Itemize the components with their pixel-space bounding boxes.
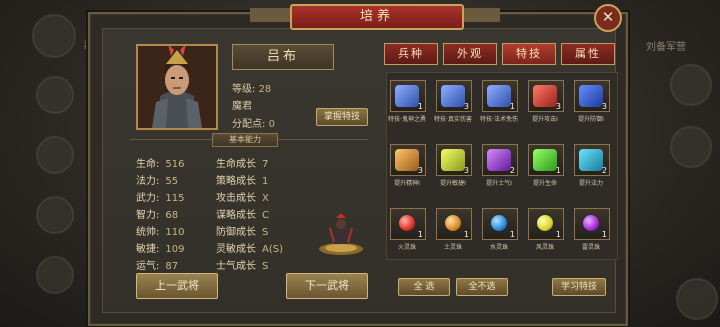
growth-strategy: 策略成长 1 xyxy=(216,176,269,187)
item-slot[interactable]: 2 xyxy=(574,144,610,176)
background-button xyxy=(670,126,712,168)
item-label: 提升精神I xyxy=(394,180,420,187)
level-value: 28 xyxy=(258,84,272,95)
growth-hp: 生命成长 7 xyxy=(216,159,269,170)
hero-portrait xyxy=(136,44,218,130)
stat-mp: 法力: 55 xyxy=(136,176,179,187)
background-button xyxy=(36,196,74,234)
growth-attack: 攻击成长 X xyxy=(216,193,269,204)
item-label: 提升士气I xyxy=(486,180,512,187)
scroll-icon xyxy=(441,85,465,107)
title-ornament-left xyxy=(250,8,290,22)
item-slot[interactable]: 1 xyxy=(482,80,518,112)
stat-luck: 运气: 87 xyxy=(136,261,179,272)
next-general-button[interactable]: 下一武将 xyxy=(286,273,368,299)
background-avatar xyxy=(32,14,76,58)
points-value: 0 xyxy=(268,119,275,130)
points-label: 分配点: xyxy=(232,119,266,130)
item-slot[interactable]: 3 xyxy=(436,80,472,112)
item-slot[interactable]: 3 xyxy=(390,144,426,176)
scroll-icon xyxy=(487,85,511,107)
item-label: 特技·真实伤害 xyxy=(434,116,472,123)
growth-morale: 士气成长 S xyxy=(216,261,269,272)
item-label: 水灵珠 xyxy=(489,244,508,251)
stat-agility: 敏捷: 109 xyxy=(136,244,185,255)
item-label: 提升生命 xyxy=(532,180,557,187)
unit-figure xyxy=(316,213,366,256)
basic-ability-label: 基本能力 xyxy=(212,133,278,147)
background-button xyxy=(676,278,718,320)
item-label: 特技·法术免伤 xyxy=(480,116,518,123)
book-icon xyxy=(533,85,557,107)
growth-tactics: 谋略成长 C xyxy=(216,210,269,221)
item-slot[interactable]: 1 xyxy=(390,80,426,112)
background-button xyxy=(670,64,712,106)
stat-force: 武力: 115 xyxy=(136,193,185,204)
item-slot[interactable]: 1 xyxy=(528,144,564,176)
item-slot[interactable]: 1 xyxy=(528,208,564,240)
tab-appearance[interactable]: 外观 xyxy=(443,43,497,65)
book-icon xyxy=(579,149,603,171)
background-button xyxy=(36,256,74,294)
item-label: 提升敏捷I xyxy=(440,180,466,187)
orb-icon xyxy=(491,215,507,231)
stat-intelligence: 智力: 68 xyxy=(136,210,179,221)
item-slot[interactable]: 1 xyxy=(574,208,610,240)
book-icon xyxy=(395,149,419,171)
tab-attributes[interactable]: 属性 xyxy=(561,43,615,65)
growth-agility: 灵敏成长 A(S) xyxy=(216,244,283,255)
points-row: 分配点: 0 xyxy=(232,115,275,130)
item-slot[interactable]: 3 xyxy=(574,80,610,112)
item-slot[interactable]: 3 xyxy=(436,144,472,176)
background-button xyxy=(36,76,74,114)
orb-icon xyxy=(537,215,553,231)
item-label: 特技·鬼神之勇 xyxy=(388,116,426,123)
book-icon xyxy=(579,85,603,107)
item-label: 提升防御I xyxy=(578,116,604,123)
warrior-portrait-icon xyxy=(138,46,216,128)
panel-title: 培养 xyxy=(290,4,464,30)
close-button[interactable]: ✕ xyxy=(594,4,622,32)
orb-icon xyxy=(399,215,415,231)
prev-general-button[interactable]: 上一武将 xyxy=(136,273,218,299)
hero-name: 吕布 xyxy=(232,44,334,70)
item-label: 提升法力 xyxy=(578,180,603,187)
orb-icon xyxy=(583,215,599,231)
item-label: 火灵珠 xyxy=(397,244,416,251)
item-slot[interactable]: 1 xyxy=(390,208,426,240)
tab-troop-type[interactable]: 兵种 xyxy=(384,43,438,65)
item-label: 雷灵珠 xyxy=(581,244,600,251)
orb-icon xyxy=(445,215,461,231)
hero-title: 魔君 xyxy=(232,101,252,112)
stat-hp: 生命: 516 xyxy=(136,159,185,170)
master-skill-button[interactable]: 掌握特技 xyxy=(316,108,368,126)
close-icon: ✕ xyxy=(601,8,615,26)
book-icon xyxy=(441,149,465,171)
item-slot[interactable]: 1 xyxy=(436,208,472,240)
book-icon xyxy=(487,149,511,171)
item-label: 土灵珠 xyxy=(443,244,462,251)
title-ornament-right xyxy=(460,8,500,22)
tab-skills[interactable]: 特技 xyxy=(502,43,556,65)
learn-skill-button[interactable]: 学习特技 xyxy=(552,278,606,296)
item-slot[interactable]: 1 xyxy=(482,208,518,240)
background-button xyxy=(36,136,74,174)
deselect-all-button[interactable]: 全不选 xyxy=(456,278,508,296)
item-label: 提升攻击I xyxy=(532,116,558,123)
growth-defense: 防御成长 S xyxy=(216,227,269,238)
scroll-icon xyxy=(395,85,419,107)
level-row: 等级: 28 xyxy=(232,80,271,95)
background-camp-label: 刘备军营 xyxy=(646,42,686,53)
stat-command: 统帅: 110 xyxy=(136,227,185,238)
item-slot[interactable]: 3 xyxy=(528,80,564,112)
book-icon xyxy=(533,149,557,171)
select-all-button[interactable]: 全 选 xyxy=(398,278,450,296)
level-label: 等级: xyxy=(232,84,256,95)
item-label: 风灵珠 xyxy=(535,244,554,251)
item-slot[interactable]: 2 xyxy=(482,144,518,176)
